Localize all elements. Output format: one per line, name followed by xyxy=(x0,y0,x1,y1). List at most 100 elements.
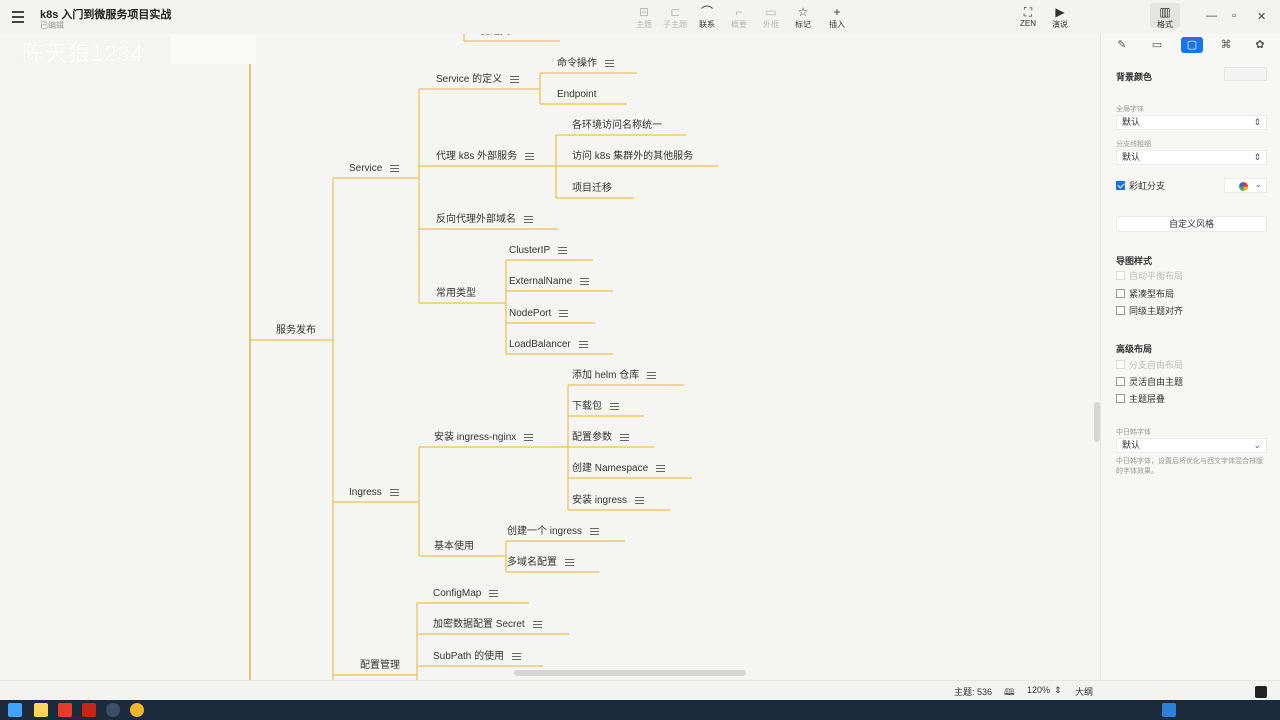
note-icon[interactable] xyxy=(524,216,533,223)
note-icon[interactable] xyxy=(512,653,521,660)
frame-icon[interactable]: ▭ xyxy=(1146,37,1168,53)
note-icon[interactable] xyxy=(605,60,614,67)
tray-icon[interactable] xyxy=(1162,703,1176,717)
note-icon[interactable] xyxy=(390,489,399,496)
horizontal-scrollbar[interactable] xyxy=(514,670,746,676)
cjk-font-select[interactable]: 默认 ⌄ xyxy=(1116,438,1267,453)
topic-clusterip[interactable]: ClusterIP xyxy=(509,244,550,258)
format-button[interactable]: ▥ 格式 xyxy=(1150,3,1180,29)
note-icon[interactable] xyxy=(656,465,665,472)
topic-types[interactable]: 常用类型 xyxy=(436,287,476,301)
present-button[interactable]: ▶ 演说 xyxy=(1045,5,1075,30)
topic-externalname[interactable]: ExternalName xyxy=(509,275,572,289)
topic-download[interactable]: 下载包 xyxy=(572,400,602,414)
relationship-button[interactable]: ⌒ 联系 xyxy=(692,5,722,30)
topic-access-other[interactable]: 访问 k8s 集群外的其他服务 xyxy=(572,150,693,164)
boundary-button[interactable]: ▭ 外框 xyxy=(756,5,786,30)
topic-secret[interactable]: 加密数据配置 Secret xyxy=(433,618,525,632)
media-icon[interactable] xyxy=(106,703,120,717)
note-icon[interactable] xyxy=(524,434,533,441)
close-icon[interactable]: ✕ xyxy=(1257,10,1266,23)
flexible-topic-checkbox[interactable]: 灵活自由主题 xyxy=(1116,377,1183,388)
note-icon[interactable] xyxy=(647,372,656,379)
theme-icon[interactable]: ✿ xyxy=(1249,37,1271,53)
note-icon[interactable] xyxy=(610,403,619,410)
note-icon[interactable] xyxy=(579,341,588,348)
maximize-icon[interactable]: ▫ xyxy=(1232,10,1236,22)
topic-install-ing[interactable]: 安装 ingress xyxy=(572,494,627,508)
compact-layout-checkbox[interactable]: 紧凑型布局 xyxy=(1116,289,1174,300)
rainbow-branch-checkbox[interactable]: 彩虹分支 xyxy=(1116,181,1165,192)
topic-basic-use[interactable]: 基本使用 xyxy=(434,540,474,554)
topic-helm-repo[interactable]: 添加 helm 仓库 xyxy=(572,369,639,383)
custom-style-button[interactable]: 自定义风格 xyxy=(1116,216,1267,232)
topic-fabu[interactable]: 服务发布 xyxy=(276,324,316,338)
topic-subpath[interactable]: SubPath 的使用 xyxy=(433,650,504,664)
app-icon[interactable] xyxy=(58,703,72,717)
topic-button[interactable]: ⊟ 主题 xyxy=(629,5,659,30)
topic-configmap[interactable]: ConfigMap xyxy=(433,587,481,601)
cjk-font-description: 中日韩字体，设置后将优化与西文字体混合排版的字体效果。 xyxy=(1116,458,1263,475)
topic-config-mgmt[interactable]: 配置管理 xyxy=(360,659,400,673)
bg-color-swatch[interactable] xyxy=(1224,67,1267,81)
topic-env-name[interactable]: 各环境访问名称统一 xyxy=(572,119,662,133)
menu-icon[interactable] xyxy=(12,11,24,26)
note-icon[interactable] xyxy=(590,528,599,535)
topic-create-ing[interactable]: 创建一个 ingress xyxy=(507,525,582,539)
book-icon[interactable]: 🕮 xyxy=(1004,685,1015,701)
zoom-stepper-icon[interactable]: ⇕ xyxy=(1054,685,1062,696)
note-icon[interactable] xyxy=(390,165,399,172)
topic-multi-domain[interactable]: 多域名配置 xyxy=(507,556,557,570)
chevron-down-icon: ⌄ xyxy=(1253,440,1261,450)
topic-cut-top[interactable]: 自建文 Metrics xyxy=(480,34,545,39)
note-icon[interactable] xyxy=(525,153,534,160)
note-icon[interactable] xyxy=(580,278,589,285)
status-bar: 主题: 536 🕮 120% ⇕ 大纲 xyxy=(0,680,1280,700)
subtopic-button[interactable]: ⊏ 子主题 xyxy=(660,5,690,30)
insert-button[interactable]: + 插入 xyxy=(822,5,852,30)
marker-button[interactable]: ☆ 标记 xyxy=(788,5,818,30)
subtopic-icon: ⊏ xyxy=(669,5,681,19)
note-icon[interactable] xyxy=(489,590,498,597)
note-icon[interactable] xyxy=(620,434,629,441)
assistant-icon[interactable] xyxy=(1255,686,1267,698)
note-icon[interactable] xyxy=(565,559,574,566)
topic-cmd[interactable]: 命令操作 xyxy=(557,57,597,71)
topic-migrate[interactable]: 项目迁移 xyxy=(572,182,612,196)
command-icon[interactable]: ⌘ xyxy=(1215,37,1237,53)
zen-button[interactable]: ⛶ ZEN xyxy=(1013,5,1043,28)
topic-proxy-ext[interactable]: 代理 k8s 外部服务 xyxy=(436,150,517,164)
topic-ingress[interactable]: Ingress xyxy=(349,486,382,500)
topic-svc-def[interactable]: Service 的定义 xyxy=(436,73,502,87)
topic-endpoint[interactable]: Endpoint xyxy=(557,88,596,102)
summary-button[interactable]: ⌐ 概要 xyxy=(724,5,754,30)
topic-loadbalancer[interactable]: LoadBalancer xyxy=(509,338,571,352)
note-icon[interactable] xyxy=(635,497,644,504)
topic-service[interactable]: Service xyxy=(349,162,382,176)
wps-icon[interactable] xyxy=(82,703,96,717)
note-icon[interactable] xyxy=(558,247,567,254)
rainbow-palette-picker[interactable]: ⌄ xyxy=(1224,178,1267,193)
browser-icon[interactable] xyxy=(130,703,144,717)
topic-rev-proxy[interactable]: 反向代理外部域名 xyxy=(436,213,516,227)
cjk-font-label: 中日韩字体 xyxy=(1116,429,1151,436)
minimize-icon[interactable]: — xyxy=(1206,10,1217,22)
global-font-select[interactable]: 默认 ⇕ xyxy=(1116,115,1267,130)
zoom-level[interactable]: 120% xyxy=(1027,685,1050,695)
align-siblings-checkbox[interactable]: 同级主题对齐 xyxy=(1116,306,1183,317)
note-icon[interactable] xyxy=(510,76,519,83)
topic-params[interactable]: 配置参数 xyxy=(572,431,612,445)
outline-button[interactable]: 大纲 xyxy=(1075,685,1093,698)
topic-install-ngx[interactable]: 安装 ingress-nginx xyxy=(434,431,516,445)
brush-icon[interactable]: ✎ xyxy=(1111,37,1133,53)
folder-icon[interactable] xyxy=(34,703,48,717)
mindmap-canvas[interactable]: 陈天狼1234 自建文 Metrics 服务发布 Service Service 的定… xyxy=(0,34,1100,680)
branch-thickness-select[interactable]: 默认 ⇕ xyxy=(1116,150,1267,165)
topic-namespace[interactable]: 创建 Namespace xyxy=(572,462,648,476)
note-icon[interactable] xyxy=(559,310,568,317)
start-icon[interactable] xyxy=(8,703,22,717)
topic-overlap-checkbox[interactable]: 主题层叠 xyxy=(1116,394,1165,405)
canvas-style-tab[interactable]: ▢ xyxy=(1181,37,1203,53)
topic-nodeport[interactable]: NodePort xyxy=(509,307,551,321)
note-icon[interactable] xyxy=(533,621,542,628)
